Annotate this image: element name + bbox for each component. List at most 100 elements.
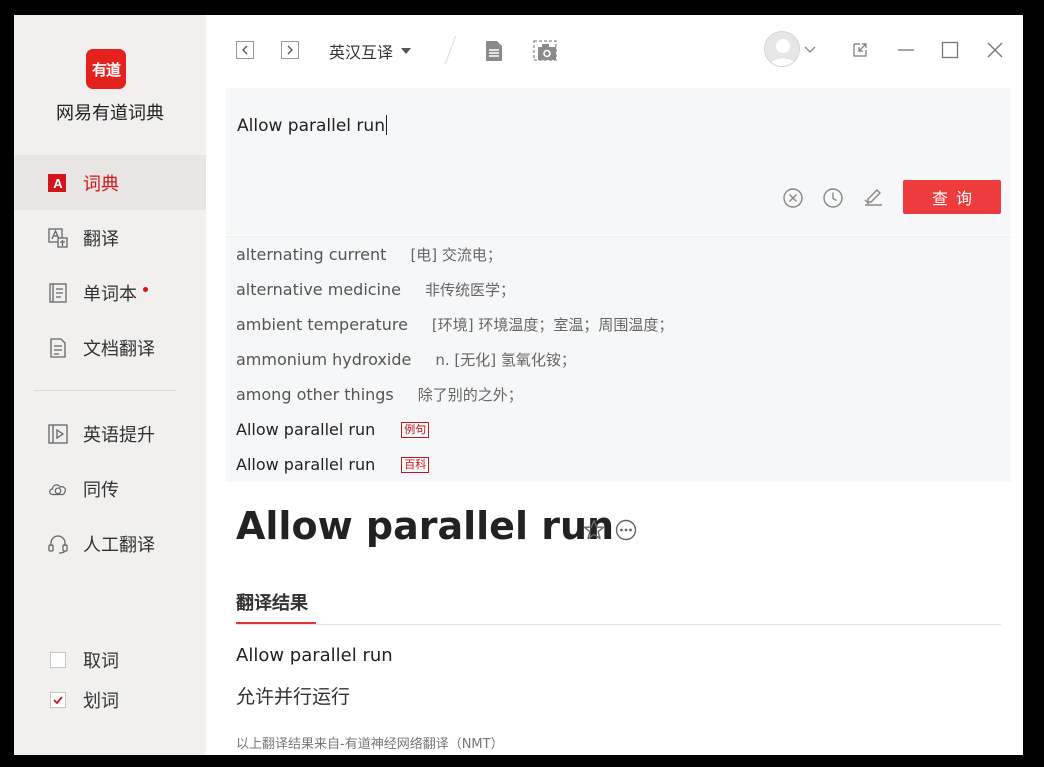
dictionary-icon: A — [47, 172, 69, 194]
suggestion-list: alternating current [电] 交流电； alternative… — [226, 236, 1011, 482]
suggestion-word: among other things — [236, 385, 394, 404]
document-icon — [486, 41, 502, 61]
svg-text:A: A — [53, 176, 63, 191]
sidebar-item-label: 词典 — [83, 173, 119, 195]
result-translation: 允许并行运行 — [236, 686, 351, 708]
user-icon — [770, 39, 796, 66]
select-word-checkbox[interactable] — [50, 692, 66, 708]
sidebar-item-simultaneous[interactable]: 同传 — [14, 461, 206, 516]
search-input-area[interactable]: Allow parallel run 查询 — [226, 88, 1011, 235]
text-cursor — [385, 115, 387, 135]
minimize-button[interactable] — [896, 40, 916, 60]
app-title: 网易有道词典 — [56, 103, 164, 124]
video-play-icon — [47, 423, 69, 445]
cloud-icon — [47, 478, 69, 500]
capture-word-checkbox[interactable] — [50, 652, 66, 668]
suggestion-item[interactable]: alternative medicine 非传统医学； — [236, 272, 515, 307]
translation-source-note: 以上翻译结果来自-有道神经网络翻译（NMT） — [236, 737, 504, 752]
suggestion-word: alternative medicine — [236, 280, 401, 299]
query-button[interactable]: 查询 — [903, 180, 1001, 214]
example-tag: 例句 — [401, 421, 430, 438]
star-icon — [583, 519, 605, 540]
restore-icon — [853, 43, 867, 57]
sidebar-item-dictionary[interactable]: A 词典 — [14, 155, 206, 210]
checkbox-label: 划词 — [83, 691, 119, 712]
sidebar-item-translate[interactable]: 翻译 — [14, 210, 206, 265]
clear-icon — [783, 188, 803, 208]
sidebar-item-label: 单词本 — [83, 283, 137, 305]
suggestion-word: alternating current — [236, 245, 387, 264]
capture-word-toggle[interactable]: 取词 — [50, 647, 119, 673]
suggestion-word: Allow parallel run — [236, 455, 376, 474]
checkbox-label: 取词 — [83, 651, 119, 672]
sidebar-item-label: 同传 — [83, 479, 119, 501]
language-mode-select[interactable]: 英汉互译 — [329, 39, 412, 63]
suggestion-definition: 除了别的之外； — [417, 386, 523, 404]
sidebar-item-human-translate[interactable]: 人工翻译 — [14, 516, 206, 571]
sidebar-item-label: 人工翻译 — [83, 534, 155, 556]
minimize-icon — [898, 49, 914, 51]
chevron-left-icon — [242, 45, 248, 55]
sidebar-item-document-translate[interactable]: 文档翻译 — [14, 320, 206, 375]
suggestion-word: Allow parallel run — [236, 420, 376, 439]
clear-button[interactable] — [781, 186, 805, 210]
suggestion-word: ammonium hydroxide — [236, 350, 412, 369]
search-input[interactable]: Allow parallel run — [237, 115, 387, 136]
account-menu-button[interactable] — [803, 43, 817, 57]
toolbar-separator — [444, 35, 457, 65]
document-icon — [47, 337, 69, 359]
more-options-button[interactable] — [614, 518, 638, 546]
sidebar-item-label: 翻译 — [83, 228, 119, 250]
maximize-button[interactable] — [940, 40, 960, 60]
translation-result-heading: 翻译结果 — [236, 593, 308, 614]
search-input-value: Allow parallel run — [237, 116, 385, 136]
favorite-button[interactable] — [582, 518, 606, 546]
handwriting-button[interactable] — [861, 186, 885, 210]
suggestion-definition: [环境] 环境温度；室温；周围温度； — [431, 316, 674, 334]
translate-icon — [47, 227, 69, 249]
more-icon — [615, 519, 637, 541]
close-button[interactable] — [985, 40, 1005, 60]
restore-window-button[interactable] — [850, 40, 870, 60]
result-source-text: Allow parallel run — [236, 645, 393, 666]
headword-title: Allow parallel run — [236, 504, 615, 548]
document-translate-button[interactable] — [482, 39, 506, 63]
close-icon — [987, 42, 1003, 58]
screenshot-camera-icon — [533, 40, 557, 61]
history-icon — [823, 188, 843, 208]
chevron-right-icon — [287, 45, 293, 55]
suggestion-item[interactable]: alternating current [电] 交流电； — [236, 237, 502, 272]
history-button[interactable] — [821, 186, 845, 210]
language-mode-label: 英汉互译 — [329, 43, 394, 62]
suggestion-word: ambient temperature — [236, 315, 408, 334]
wordbook-icon — [47, 282, 69, 304]
screenshot-translate-button[interactable] — [533, 39, 559, 63]
suggestion-item-example[interactable]: Allow parallel run 例句 — [236, 412, 430, 447]
sidebar-item-wordbook[interactable]: 单词本 — [14, 265, 206, 320]
handwriting-icon — [864, 189, 882, 206]
forward-button[interactable] — [281, 41, 299, 59]
suggestion-definition: 非传统医学； — [424, 281, 515, 299]
headset-icon — [47, 533, 69, 555]
suggestion-definition: n. [无化] 氢氧化铵； — [435, 351, 576, 369]
suggestion-definition: [电] 交流电； — [410, 246, 502, 264]
chevron-down-icon — [401, 48, 412, 54]
suggestion-item[interactable]: among other things 除了别的之外； — [236, 377, 523, 412]
suggestion-item[interactable]: ambient temperature [环境] 环境温度；室温；周围温度； — [236, 307, 673, 342]
back-button[interactable] — [236, 41, 254, 59]
user-avatar[interactable] — [764, 31, 800, 67]
suggestion-item-encyclopedia[interactable]: Allow parallel run 百科 — [236, 447, 430, 482]
notification-dot — [143, 287, 148, 292]
app-logo: 有道 — [86, 49, 126, 89]
encyclopedia-tag: 百科 — [401, 456, 430, 473]
sidebar-item-label: 英语提升 — [83, 424, 155, 446]
section-underline — [236, 622, 316, 624]
sidebar-item-label: 文档翻译 — [83, 338, 155, 360]
sidebar: 有道 网易有道词典 A 词典 翻译 单词本 文档翻译 英语提升 同传 人工翻译 … — [14, 15, 206, 755]
suggestion-item[interactable]: ammonium hydroxide n. [无化] 氢氧化铵； — [236, 342, 576, 377]
sidebar-item-english-improve[interactable]: 英语提升 — [14, 406, 206, 461]
chevron-down-icon — [804, 46, 816, 53]
select-word-toggle[interactable]: 划词 — [50, 687, 119, 713]
section-divider — [236, 624, 1001, 625]
maximize-icon — [941, 41, 959, 59]
